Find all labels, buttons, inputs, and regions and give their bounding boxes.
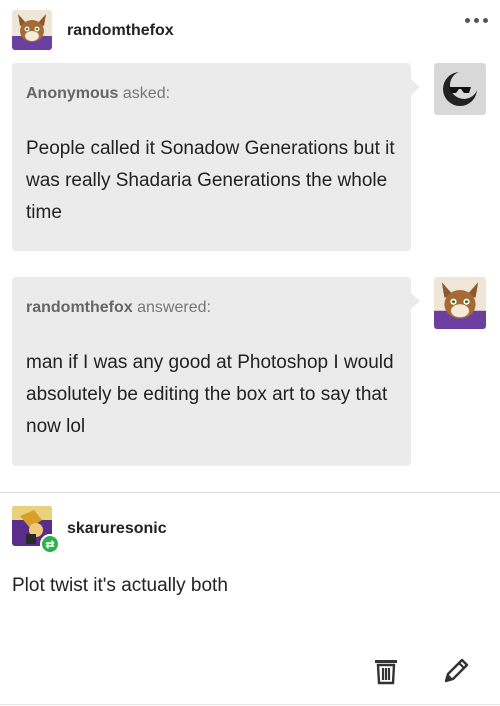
reblogger-name[interactable]: skaruresonic — [67, 520, 167, 538]
reblog-icon: ⇄ — [40, 534, 60, 554]
asker-line: Anonymous asked: — [26, 85, 397, 103]
avatar[interactable] — [12, 10, 52, 50]
more-dots-icon[interactable] — [465, 18, 488, 23]
answerer-line: randomthefox answered: — [26, 299, 397, 317]
fox-avatar-image — [434, 277, 486, 329]
reblog-comment: Plot twist it's actually both — [12, 575, 228, 596]
fox-avatar-image — [12, 10, 52, 50]
answered-label: answered: — [137, 299, 211, 316]
dot — [483, 18, 488, 23]
post-author-name[interactable]: randomthefox — [67, 22, 174, 40]
dot — [465, 18, 470, 23]
ask-bubble: Anonymous asked: People called it Sonado… — [12, 63, 420, 251]
trash-icon[interactable] — [370, 655, 402, 687]
asker-name: Anonymous — [26, 85, 119, 102]
answer-bubble: randomthefox answered: man if I was any … — [12, 277, 420, 466]
bottom-divider — [0, 704, 500, 705]
dot — [474, 18, 479, 23]
section-divider — [0, 492, 500, 493]
answer-text: man if I was any good at Photoshop I wou… — [26, 352, 394, 437]
anonymous-sunglasses-icon — [443, 71, 478, 106]
reblog-header: ⇄ skaruresonic — [12, 506, 488, 554]
pencil-icon[interactable] — [440, 655, 472, 687]
answerer-name[interactable]: randomthefox — [26, 299, 133, 316]
answerer-avatar[interactable] — [434, 277, 486, 329]
ask-text: People called it Sonadow Generations but… — [26, 138, 395, 223]
post-header: randomthefox — [12, 10, 488, 50]
anonymous-avatar — [434, 63, 486, 115]
asked-label: asked: — [122, 85, 171, 102]
post-actions — [370, 655, 472, 687]
